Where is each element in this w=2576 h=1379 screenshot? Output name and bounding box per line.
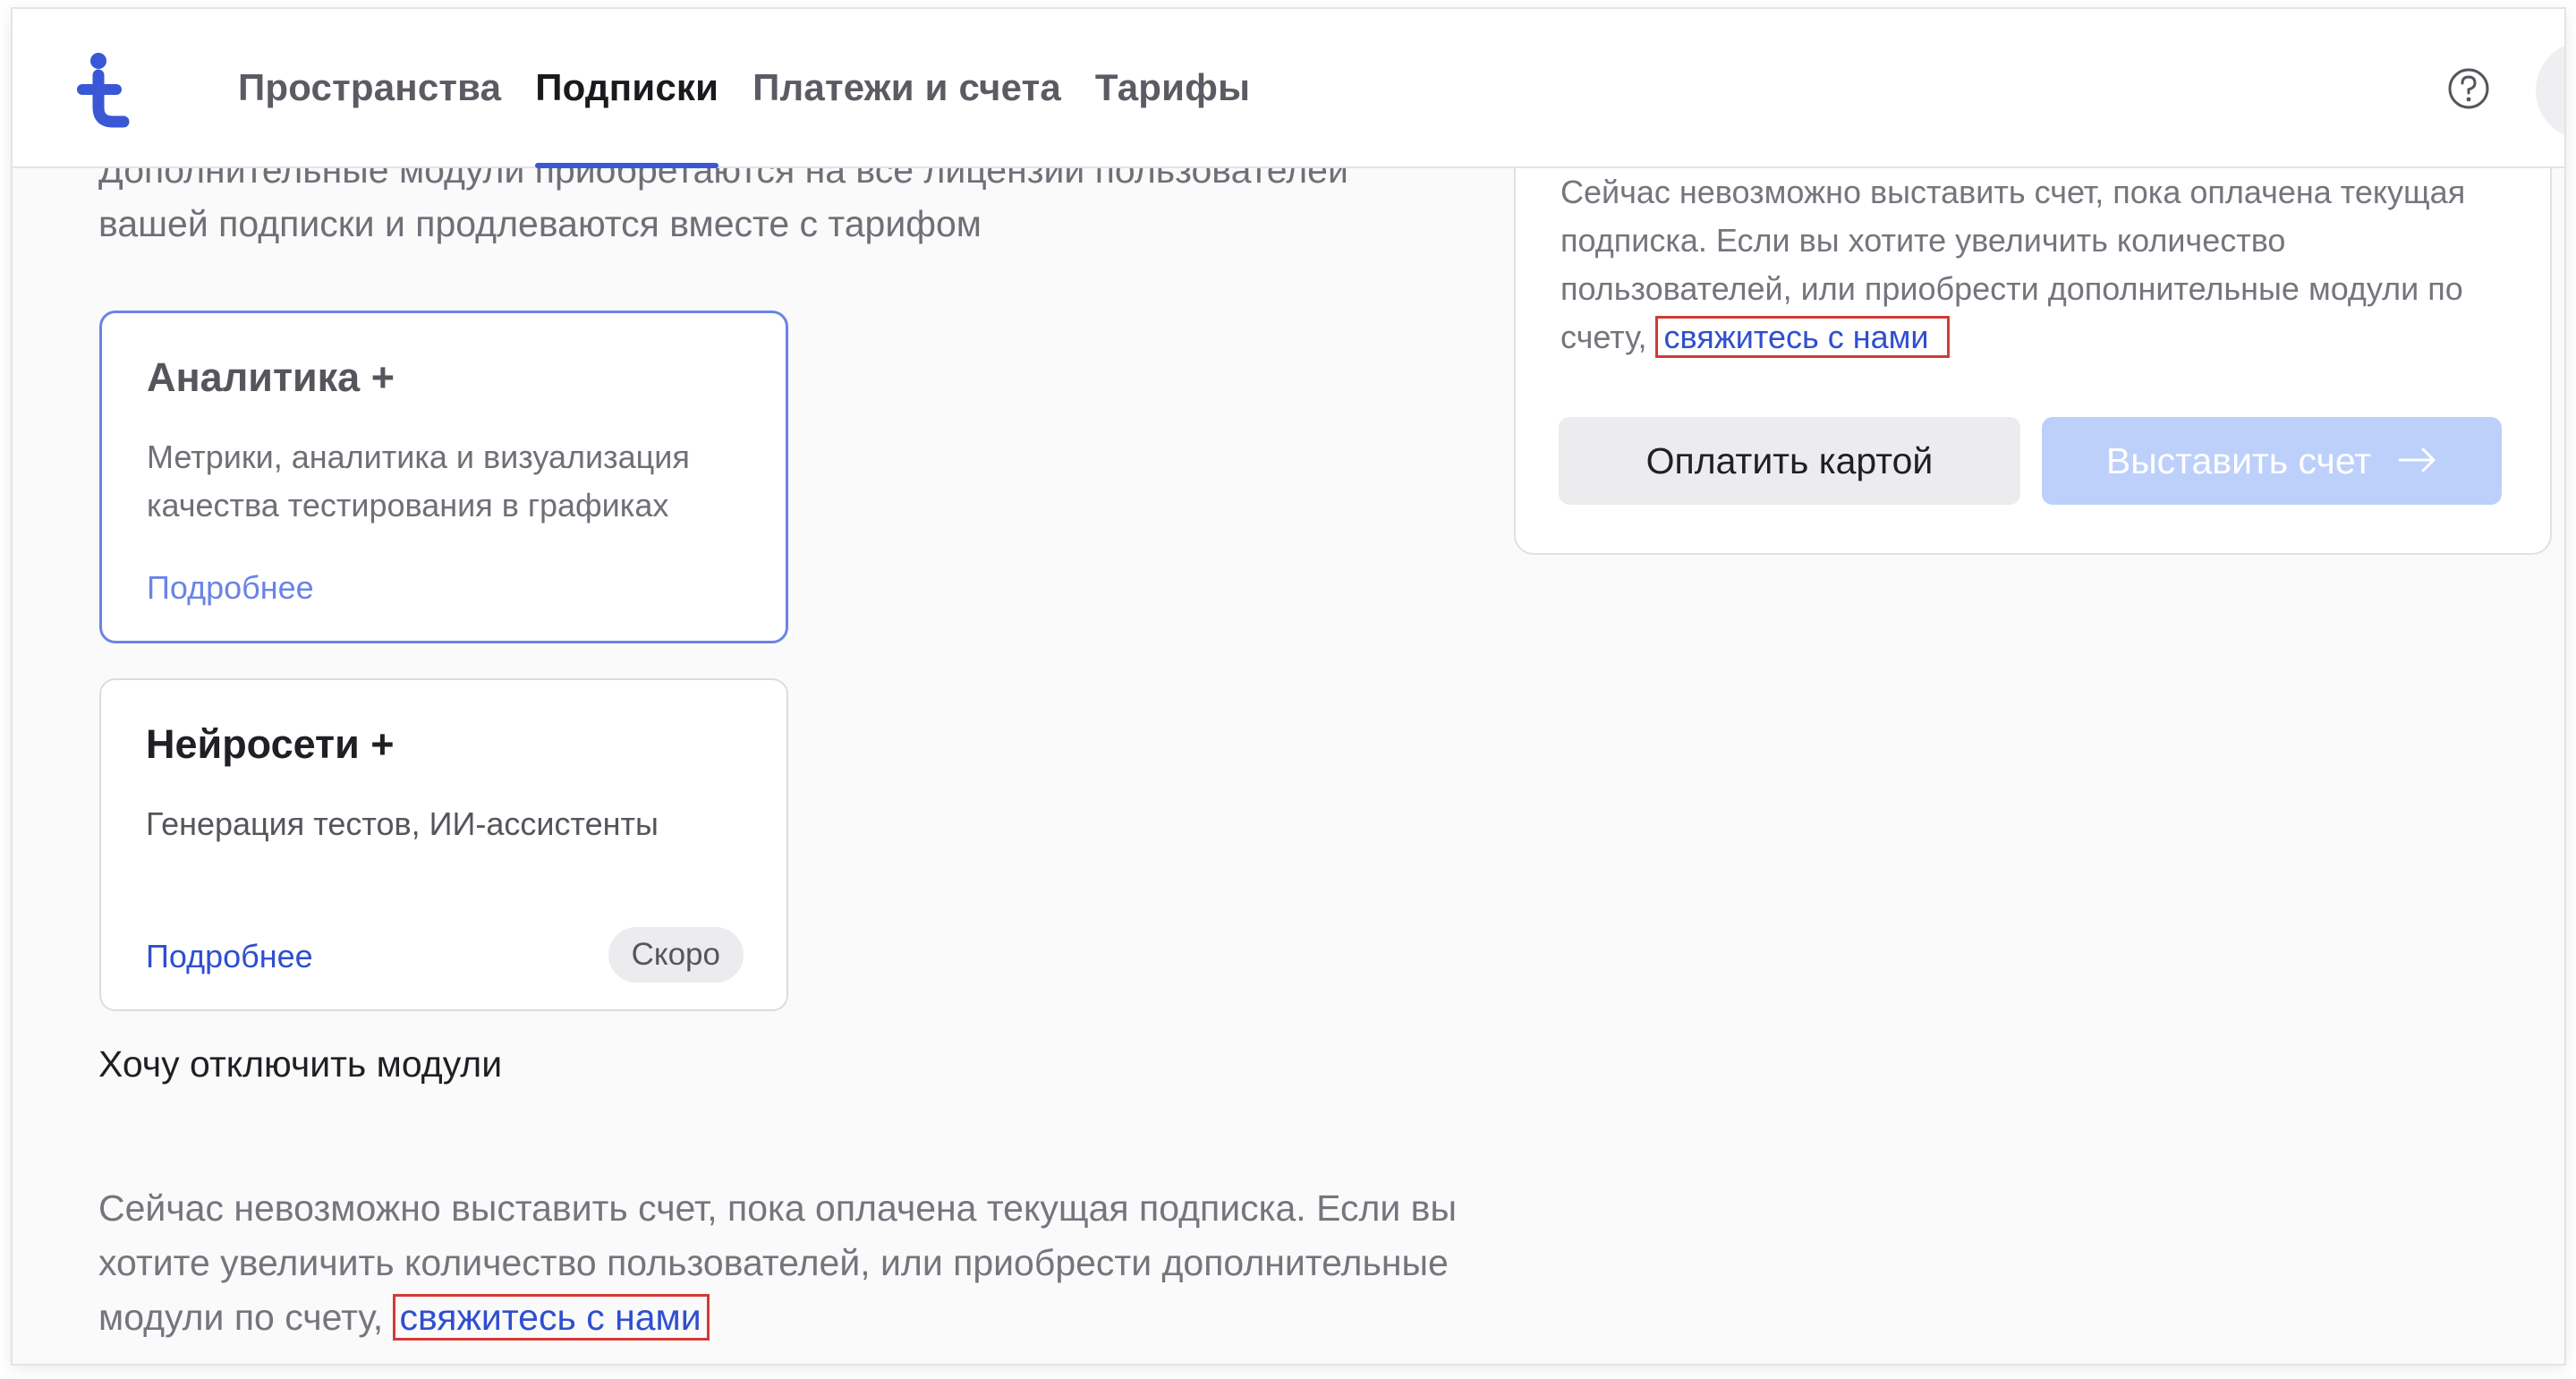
app-window: Дополнительные модули приобретаются на в… — [13, 9, 2564, 1364]
main-nav: Пространства Подписки Платежи и счета Та… — [238, 9, 1284, 168]
panel-invoice-note: Сейчас невозможно выставить счет, пока о… — [1560, 168, 2509, 362]
module-title: Аналитика + — [147, 354, 395, 400]
nav-spaces[interactable]: Пространства — [238, 9, 501, 166]
note-text: Сейчас невозможно выставить счет, пока о… — [98, 1187, 1457, 1338]
nav-subscriptions[interactable]: Подписки — [535, 9, 719, 168]
pay-by-card-button[interactable]: Оплатить картой — [1559, 417, 2020, 505]
disable-modules-link[interactable]: Хочу отключить модули — [98, 1043, 502, 1085]
module-card-analytics[interactable]: Аналитика + Метрики, аналитика и визуали… — [99, 311, 788, 643]
contact-us-link[interactable]: свяжитесь с нами — [393, 1294, 710, 1341]
top-header: Пространства Подписки Платежи и счета Та… — [13, 9, 2564, 168]
soon-badge: Скоро — [608, 927, 744, 983]
module-details-link[interactable]: Подробнее — [146, 938, 313, 975]
nav-tariffs[interactable]: Тарифы — [1095, 9, 1250, 166]
nav-payments-invoices[interactable]: Платежи и счета — [752, 9, 1061, 166]
t-logo-icon[interactable] — [72, 50, 134, 131]
avatar[interactable] — [2536, 41, 2564, 140]
question-circle-icon[interactable] — [2446, 66, 2491, 111]
issue-invoice-label: Выставить счет — [2105, 439, 2372, 481]
arrow-right-icon — [2398, 438, 2437, 483]
invoice-unavailable-note: Сейчас невозможно выставить счет, пока о… — [98, 1181, 1494, 1345]
module-description: Метрики, аналитика и визуализация качест… — [147, 438, 690, 524]
panel-contact-us-link[interactable]: свяжитесь с нами — [1655, 316, 1950, 358]
issue-invoice-button[interactable]: Выставить счет — [2042, 417, 2502, 505]
module-description: Генерация тестов, ИИ-ассистенты — [146, 805, 659, 842]
module-details-link[interactable]: Подробнее — [147, 569, 314, 607]
module-card-neural[interactable]: Нейросети + Генерация тестов, ИИ-ассисте… — [99, 678, 788, 1011]
module-title: Нейросети + — [146, 721, 395, 767]
